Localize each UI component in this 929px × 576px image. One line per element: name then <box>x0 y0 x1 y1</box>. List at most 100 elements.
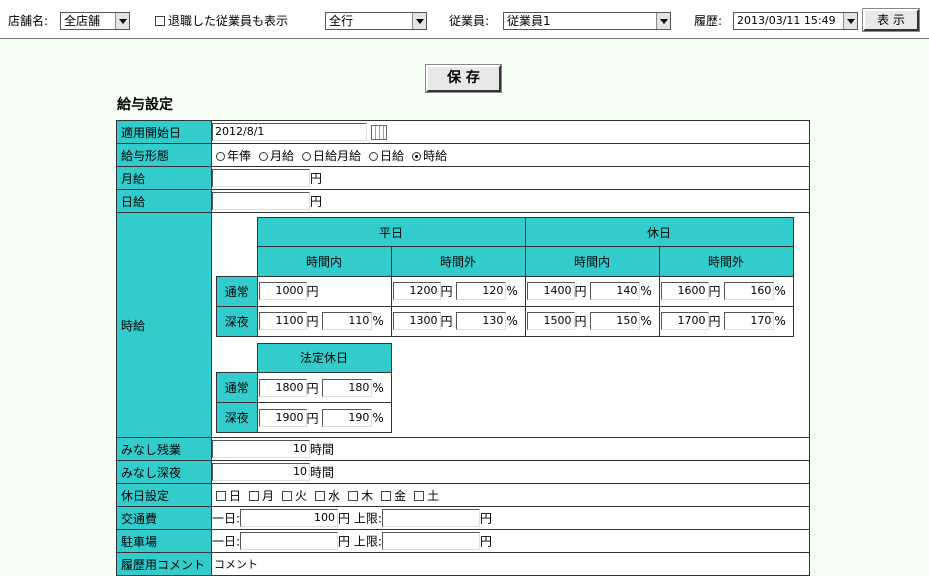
deemed-night-input[interactable]: 10 <box>212 463 310 481</box>
daily-input[interactable] <box>212 192 310 210</box>
row-select[interactable]: 全行 <box>325 12 427 30</box>
legal-night-pct-input[interactable]: 190 <box>322 408 373 427</box>
yen-unit: 円 <box>574 284 587 299</box>
hours-unit: 時間 <box>310 465 335 480</box>
holiday-day-checkbox[interactable] <box>348 490 359 501</box>
holiday-day-checkbox[interactable] <box>414 490 425 501</box>
holiday-out-normal-input[interactable]: 1600 <box>660 282 709 300</box>
pay-type-option[interactable]: 時給 <box>412 149 447 163</box>
save-button[interactable]: 保 存 <box>426 65 501 92</box>
pct-unit: % <box>774 314 786 328</box>
history-select[interactable]: 2013/03/11 15:49 <box>733 12 858 30</box>
parking-per-day-input[interactable] <box>240 532 339 550</box>
holiday-day-option[interactable]: 日 <box>216 489 241 503</box>
pct-unit: % <box>640 284 652 298</box>
holiday-day-option[interactable]: 土 <box>414 489 439 503</box>
form-row-start-date: 適用開始日 2012/8/1 <box>116 120 810 144</box>
holiday-setting-label: 休日設定 <box>116 483 212 507</box>
pay-type-option[interactable]: 年俸 <box>216 149 251 163</box>
pay-type-option-label: 日給 <box>380 148 405 163</box>
holiday-in-night-pct-input[interactable]: 150 <box>590 312 641 330</box>
radio-icon[interactable] <box>302 151 312 161</box>
chevron-down-icon <box>115 13 129 29</box>
normal-row-header: 通常 <box>216 275 258 307</box>
weekday-out-normal-pct-input[interactable]: 120 <box>456 282 507 300</box>
radio-icon[interactable] <box>216 151 225 161</box>
retired-toggle[interactable]: 退職した従業員も表示 <box>155 11 288 31</box>
toolbar: 店舗名: 全店舗 退職した従業員も表示 全行 従業員: 従業員1 履歴: 201… <box>0 0 929 39</box>
pct-unit: % <box>372 410 384 425</box>
holiday-day-checkbox[interactable] <box>249 490 260 501</box>
holiday-in-night-input[interactable]: 1500 <box>526 312 575 330</box>
employee-select[interactable]: 従業員1 <box>503 12 671 30</box>
transport-limit-input[interactable] <box>381 509 480 527</box>
radio-icon[interactable] <box>412 151 422 161</box>
yen-unit: 円 <box>306 284 319 299</box>
holiday-out-night-pct-input[interactable]: 170 <box>724 312 775 330</box>
holiday-day-option[interactable]: 木 <box>348 489 373 503</box>
pay-type-option-label: 日給月給 <box>313 148 362 163</box>
store-select[interactable]: 全店舗 <box>60 12 130 30</box>
holiday-day-label: 木 <box>361 488 374 503</box>
holiday-day-checkbox[interactable] <box>282 490 293 501</box>
show-button[interactable]: 表 示 <box>863 9 919 31</box>
retired-checkbox[interactable] <box>155 16 165 26</box>
limit-label: 上限: <box>353 534 382 549</box>
deemed-overtime-label: みなし残業 <box>116 437 212 461</box>
holiday-day-checkbox[interactable] <box>315 490 326 501</box>
form-row-pay-type: 給与形態 年俸 月給 日給月給 日給 時給 <box>116 143 810 167</box>
hours-unit: 時間 <box>310 442 335 457</box>
holiday-day-option[interactable]: 月 <box>249 489 274 503</box>
holiday-in-normal-input[interactable]: 1400 <box>526 282 575 300</box>
holiday-day-option[interactable]: 水 <box>315 489 340 503</box>
monthly-input[interactable] <box>212 169 310 187</box>
employee-label: 従業員: <box>449 14 490 28</box>
weekday-in-hours-header: 時間内 <box>256 246 392 277</box>
history-comment-label: 履歴用コメント <box>116 552 212 576</box>
weekday-out-normal-input[interactable]: 1200 <box>392 282 441 300</box>
legal-normal-input[interactable]: 1800 <box>258 378 307 397</box>
yen-unit: 円 <box>310 194 323 209</box>
legal-holiday-table: 法定休日 通常 1800 円 180% 深夜 1900 円 190% <box>216 342 392 433</box>
holiday-out-normal-pct-input[interactable]: 160 <box>724 282 775 300</box>
weekday-out-night-pct-input[interactable]: 130 <box>456 312 507 330</box>
holiday-day-checkbox[interactable] <box>381 490 392 501</box>
pay-type-option[interactable]: 月給 <box>259 149 294 163</box>
holiday-out-night-input[interactable]: 1700 <box>660 312 709 330</box>
chevron-down-icon <box>412 13 426 29</box>
history-comment-input[interactable]: コメント <box>211 552 810 576</box>
salary-form: 適用開始日 2012/8/1 給与形態 年俸 月給 日給月給 日給 時給 月給 円 日給… <box>116 120 810 576</box>
holiday-day-option[interactable]: 火 <box>282 489 307 503</box>
pay-type-option[interactable]: 日給 <box>369 149 404 163</box>
deemed-overtime-input[interactable]: 10 <box>212 440 310 458</box>
form-row-transport: 交通費 一日: 100 円 上限: 円 <box>116 506 810 530</box>
holiday-day-checkbox[interactable] <box>216 490 226 501</box>
weekday-in-night-input[interactable]: 1100 <box>258 312 307 330</box>
weekday-overtime-header: 時間外 <box>390 246 526 277</box>
employee-select-value: 従業員1 <box>507 14 551 28</box>
holiday-day-option[interactable]: 金 <box>381 489 406 503</box>
yen-unit: 円 <box>338 534 351 549</box>
legal-normal-pct-input[interactable]: 180 <box>322 378 373 397</box>
parking-limit-input[interactable] <box>381 532 480 550</box>
holiday-header: 休日 <box>524 217 794 247</box>
daily-label: 日給 <box>116 189 212 213</box>
pay-type-option[interactable]: 日給月給 <box>302 149 361 163</box>
limit-label: 上限: <box>353 511 382 526</box>
radio-icon[interactable] <box>259 151 269 161</box>
weekday-out-night-input[interactable]: 1300 <box>392 312 441 330</box>
pct-unit: % <box>372 380 384 395</box>
legal-holiday-header: 法定休日 <box>256 342 392 373</box>
weekday-in-normal-input[interactable]: 1000 <box>258 282 307 300</box>
holiday-in-normal-pct-input[interactable]: 140 <box>590 282 641 300</box>
calendar-icon[interactable] <box>371 124 387 140</box>
radio-icon[interactable] <box>369 151 379 161</box>
holiday-day-label: 月 <box>262 488 275 503</box>
weekday-in-night-pct-input[interactable]: 110 <box>322 312 373 330</box>
monthly-label: 月給 <box>116 166 212 190</box>
yen-unit: 円 <box>708 314 721 329</box>
legal-night-input[interactable]: 1900 <box>258 408 307 427</box>
transport-per-day-input[interactable]: 100 <box>240 509 339 527</box>
form-row-holiday-setting: 休日設定 日 月 火 水 木 金 土 <box>116 483 810 507</box>
start-date-input[interactable]: 2012/8/1 <box>212 123 367 141</box>
